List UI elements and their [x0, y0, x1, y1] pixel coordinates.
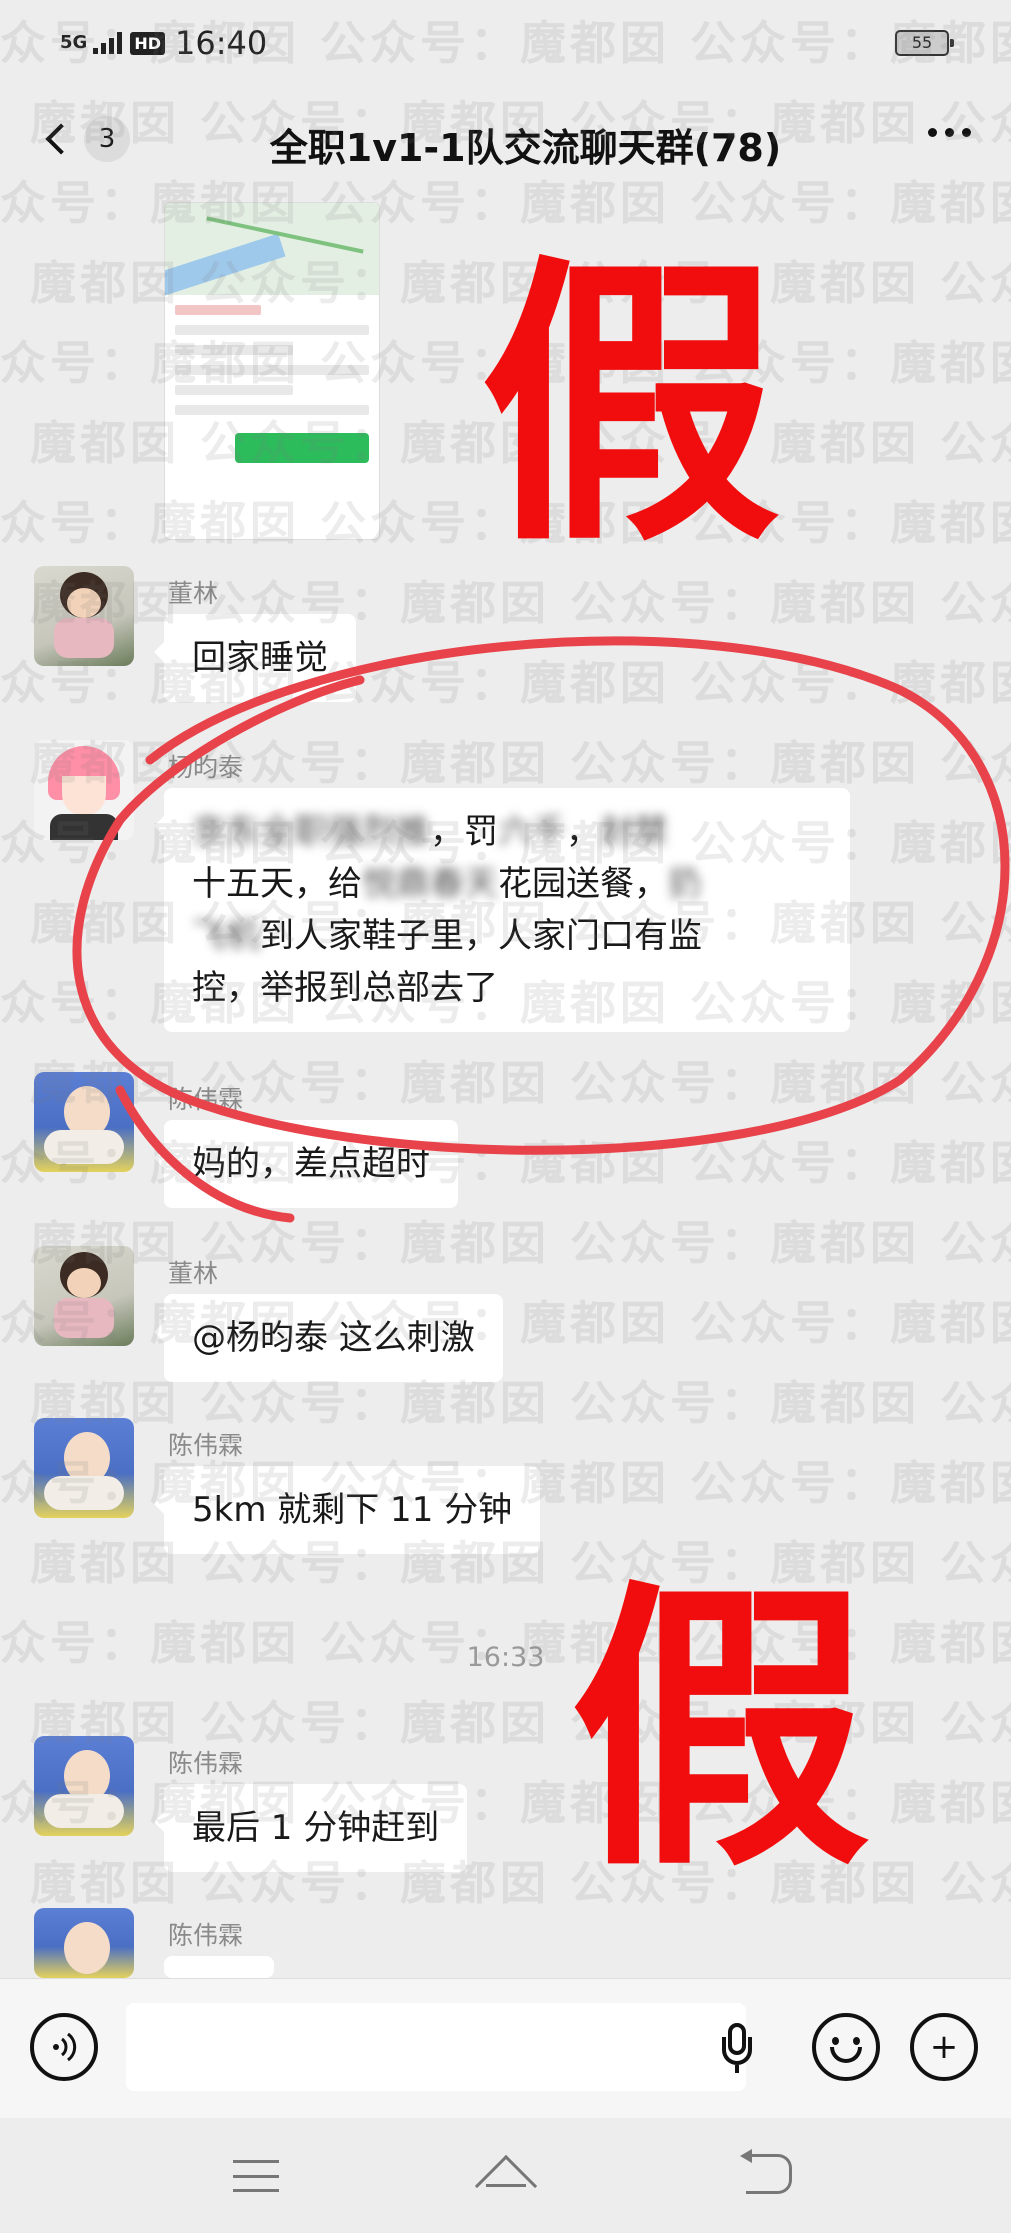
back-button[interactable]: 3: [40, 116, 130, 162]
system-nav-bar: [0, 2118, 1011, 2233]
message-text: 到人家鞋子里，人家门口有监: [260, 916, 702, 956]
watermark-row: 众号：魔都囡 公众号：魔都囡 公众号：魔都囡 公众号: [0, 1376, 1011, 1430]
blurred-text: 扔: [668, 864, 702, 904]
fake-stamp: 假: [570, 1553, 870, 1906]
clock: 16:40: [174, 24, 268, 62]
message-bubble[interactable]: 5km 就剩下 11 分钟: [153, 1466, 541, 1554]
image-text-line: [175, 325, 369, 335]
fake-stamp: 假: [480, 228, 780, 581]
avatar[interactable]: [34, 740, 134, 840]
watermark-row: 众号：魔都囡 公众号：魔都囡 公众号：魔都囡 公众号: [0, 336, 1011, 390]
watermark-row: 众号：魔都囡 公众号：魔都囡 公众号：魔都囡 公众号: [0, 1856, 1011, 1910]
watermark-row: 众号：魔都囡 公众号：魔都囡 公众号：魔都囡 公众号: [0, 1696, 1011, 1750]
blurred-text: 飞机: [192, 916, 260, 956]
chat-timestamp: 16:33: [466, 1642, 545, 1673]
blurred-text: 六千: [498, 812, 566, 852]
home-icon[interactable]: [474, 2154, 538, 2218]
plus-icon[interactable]: +: [910, 2013, 978, 2081]
avatar[interactable]: [34, 566, 134, 666]
sender-name: 陈伟霖: [168, 1085, 244, 1114]
system-back-icon[interactable]: [740, 2149, 792, 2194]
watermark-row: 众号：魔都囡 公众号：魔都囡 公众号：魔都囡 公众号: [0, 256, 1011, 310]
message-line: 京东全职强烈推，罚六千，封禁: [192, 806, 822, 858]
blurred-text: 悦鼎春天: [362, 864, 498, 904]
image-text-line: [175, 385, 293, 395]
message-line: 十五天，给悦鼎春天花园送餐，扔: [192, 858, 822, 910]
microphone-icon[interactable]: [722, 2023, 752, 2073]
watermark-row: 众号：魔都囡 公众号：魔都囡 公众号：魔都囡 公众号: [0, 1136, 1011, 1190]
watermark-row: 众号：魔都囡 公众号：魔都囡 公众号：魔都囡 公众号: [0, 1216, 1011, 1270]
image-text-line: [175, 365, 369, 375]
message-bubble[interactable]: [154, 1956, 274, 2004]
image-message[interactable]: [164, 202, 380, 540]
watermark-row: 众号：魔都囡 公众号：魔都囡 公众号：魔都囡 公众号: [0, 1056, 1011, 1110]
avatar[interactable]: [34, 1908, 134, 1978]
message-bubble[interactable]: 回家睡觉: [154, 614, 356, 702]
network-type: 5G: [60, 32, 88, 53]
image-text-line: [175, 405, 369, 415]
message-text: ，: [566, 812, 600, 852]
watermark-row: 众号：魔都囡 公众号：魔都囡 公众号：魔都囡 公众号: [0, 656, 1011, 710]
avatar[interactable]: [34, 1418, 134, 1518]
chevron-left-icon: [45, 123, 77, 155]
map-thumbnail: [165, 203, 379, 297]
message-bubble[interactable]: @杨昀泰 这么刺激: [154, 1294, 503, 1382]
watermark-row: 众号：魔都囡 公众号：魔都囡 公众号：魔都囡 公众号: [0, 496, 1011, 550]
signal-icon: [93, 32, 123, 54]
sender-name: 陈伟霖: [168, 1431, 244, 1460]
watermark-overlay: 众号：魔都囡 公众号：魔都囡 公众号：魔都囡 公众号 众号：魔都囡 公众号：魔都…: [0, 0, 1011, 2233]
sender-name: 陈伟霖: [168, 1749, 244, 1778]
chat-header: 3 全职1v1-1队交流聊天群(78): [0, 86, 1011, 202]
unread-count-badge: 3: [84, 116, 130, 162]
image-text-line: [175, 345, 293, 355]
blurred-text: 京东全职强烈推: [192, 812, 430, 852]
message-text: 花园送餐，: [498, 864, 668, 904]
watermark-row: 众号：魔都囡 公众号：魔都囡 公众号：魔都囡 公众号: [0, 1296, 1011, 1350]
message-bubble[interactable]: 最后 1 分钟赶到: [153, 1784, 468, 1872]
red-circle-annotation: [72, 636, 1010, 1223]
message-text: ，罚: [430, 812, 498, 852]
sender-name: 陈伟霖: [168, 1921, 244, 1950]
image-confirm-button: [235, 433, 369, 463]
sender-name: 董林: [168, 1259, 219, 1288]
image-text-line: [175, 305, 261, 315]
avatar[interactable]: [34, 1736, 134, 1836]
watermark-row: 众号：魔都囡 公众号：魔都囡 公众号：魔都囡 公众号: [0, 1776, 1011, 1830]
blurred-text: 封禁: [600, 812, 668, 852]
watermark-row: 众号：魔都囡 公众号：魔都囡 公众号：魔都囡 公众号: [0, 736, 1011, 790]
sender-name: 杨昀泰: [168, 753, 244, 782]
message-input[interactable]: [126, 2003, 746, 2091]
message-line: 控，举报到总部去了: [192, 968, 498, 1008]
battery-icon: 55: [895, 30, 954, 56]
avatar[interactable]: [34, 1246, 134, 1346]
sender-name: 董林: [168, 579, 219, 608]
message-text: 十五天，给: [192, 864, 362, 904]
input-bar: +: [0, 1978, 1011, 2118]
message-bubble[interactable]: 京东全职强烈推，罚六千，封禁 十五天，给悦鼎春天花园送餐，扔 飞机到人家鞋子里，…: [154, 788, 850, 1032]
watermark-row: 众号：魔都囡 公众号：魔都囡 公众号：魔都囡 公众号: [0, 416, 1011, 470]
message-line: 飞机到人家鞋子里，人家门口有监: [192, 910, 822, 962]
hd-badge: HD: [130, 31, 165, 55]
menu-icon[interactable]: [233, 2160, 279, 2192]
voice-toggle-icon[interactable]: [30, 2013, 98, 2081]
message-bubble[interactable]: 妈的，差点超时: [154, 1120, 458, 1208]
emoji-icon[interactable]: [812, 2013, 880, 2081]
watermark-row: 众号：魔都囡 公众号：魔都囡 公众号：魔都囡 公众号: [0, 576, 1011, 630]
status-bar: 5G HD 16:40 55: [0, 0, 1011, 86]
avatar[interactable]: [34, 1072, 134, 1172]
more-options-icon[interactable]: [928, 128, 971, 137]
chat-title: 全职1v1-1队交流聊天群(78): [269, 125, 782, 170]
